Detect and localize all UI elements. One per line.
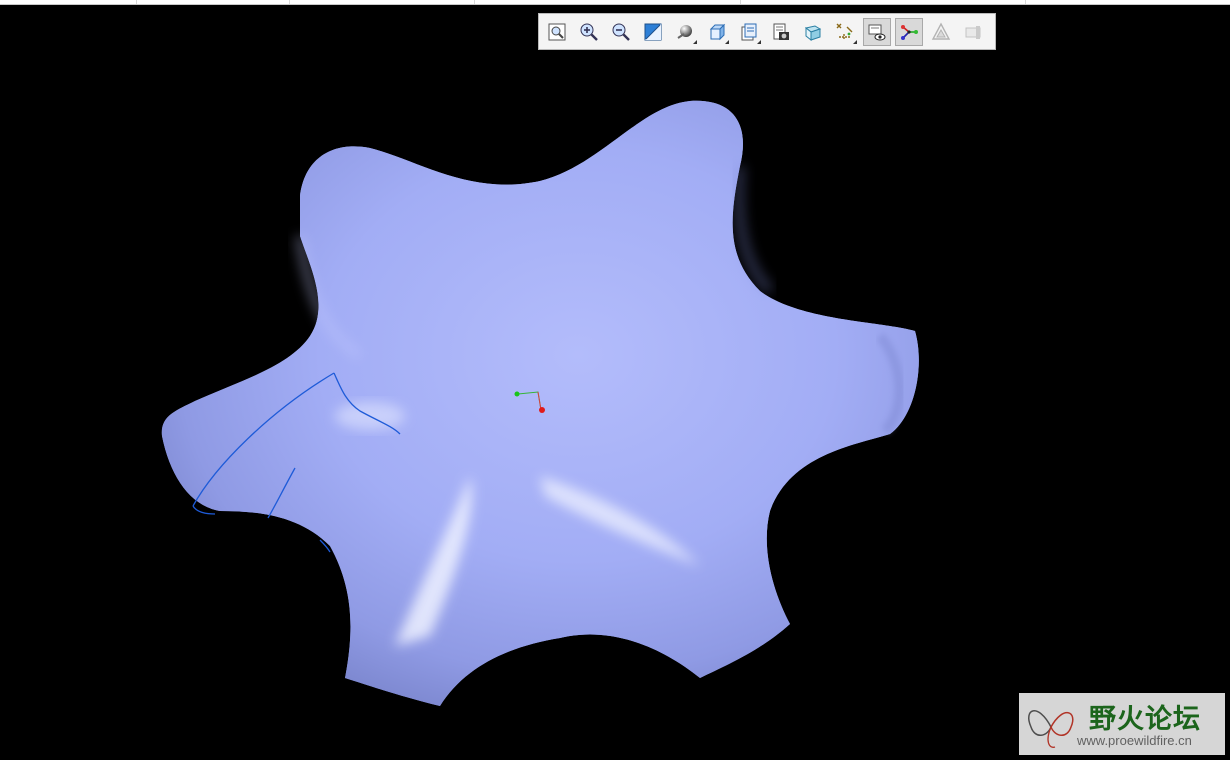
datum-display-button[interactable] [831, 18, 859, 46]
forum-watermark: 野火论坛 www.proewildfire.cn [1019, 693, 1225, 755]
axis-point-green [514, 391, 520, 397]
spin-center-icon [901, 24, 918, 40]
section-icon [773, 23, 789, 40]
annotation-eye-icon [868, 24, 886, 40]
graphics-viewport[interactable] [0, 6, 1230, 760]
watermark-url: www.proewildfire.cn [1077, 733, 1192, 748]
annotation-display-button[interactable] [863, 17, 891, 46]
appearance-triangle-icon [931, 22, 951, 40]
repaint-icon [644, 23, 662, 40]
view-manager-button[interactable] [735, 18, 763, 46]
watermark-title: 野火论坛 [1089, 704, 1201, 735]
cube-view-icon [709, 23, 726, 40]
axis-point-red [539, 407, 545, 413]
zoom-out-button[interactable] [607, 18, 635, 46]
repaint-button[interactable] [639, 18, 667, 46]
spin-center-button[interactable] [895, 17, 923, 46]
view-toolbar [538, 13, 996, 50]
hidden-button[interactable] [959, 18, 987, 46]
zoom-out-icon [612, 23, 630, 41]
display-style-button[interactable] [671, 18, 699, 46]
refit-icon [548, 23, 566, 40]
datum-display-icon [836, 23, 853, 40]
perspective-button[interactable] [799, 18, 827, 46]
refit-button[interactable] [543, 18, 571, 46]
model-canvas[interactable] [0, 6, 1230, 760]
appearance-button[interactable] [927, 18, 955, 46]
window-top-strip [0, 0, 1230, 5]
section-button[interactable] [767, 18, 795, 46]
view-manager-icon [741, 23, 757, 40]
saved-orientations-button[interactable] [703, 18, 731, 46]
butterfly-logo-icon [1028, 710, 1074, 748]
hidden-item-icon [965, 25, 981, 39]
perspective-icon [804, 24, 822, 41]
zoom-in-icon [580, 23, 598, 41]
zoom-in-button[interactable] [575, 18, 603, 46]
shaded-sphere-icon [677, 24, 692, 39]
